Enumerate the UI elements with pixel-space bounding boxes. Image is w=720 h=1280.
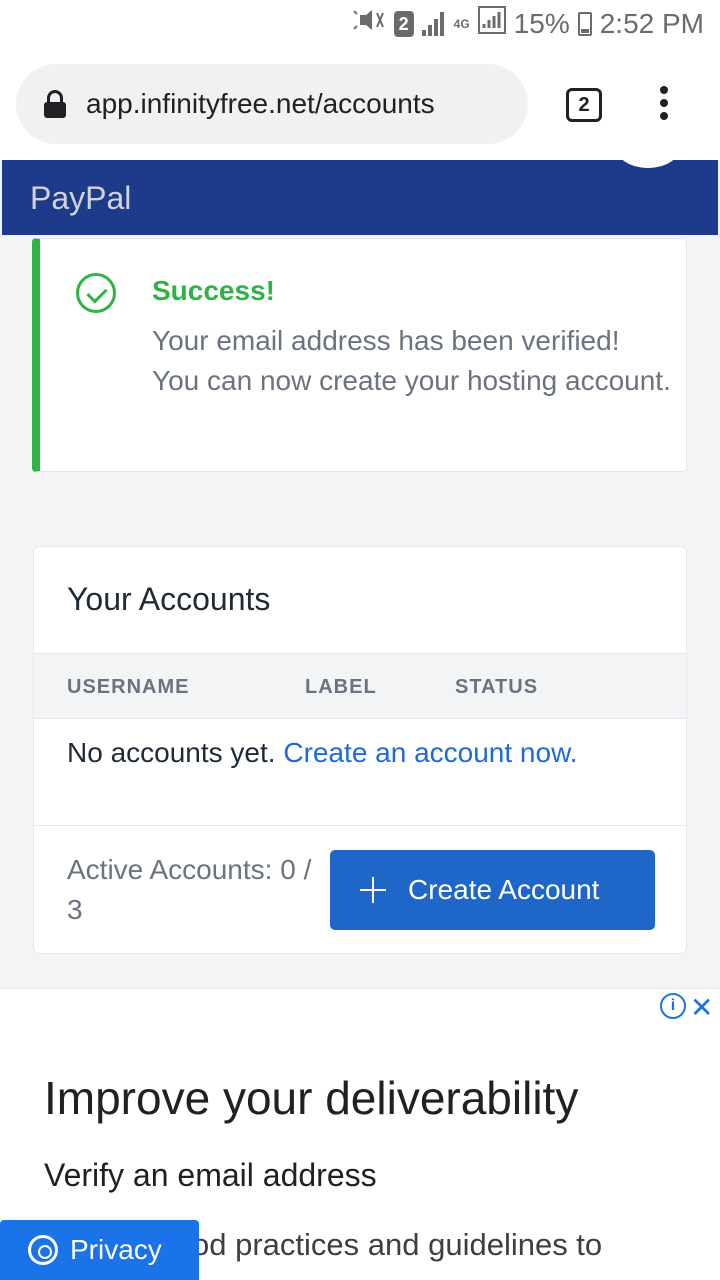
ad-headline[interactable]: Improve your deliverability (44, 1071, 578, 1125)
account-name: PayPal (30, 180, 132, 216)
success-alert: Success! Your email address has been ver… (32, 238, 687, 472)
info-icon[interactable]: i (660, 993, 686, 1019)
browser-toolbar: app.infinityfree.net/accounts 2 (0, 50, 720, 160)
tab-switcher-button[interactable]: 2 (566, 88, 602, 122)
lock-icon[interactable] (44, 90, 66, 118)
column-status: STATUS (455, 676, 539, 698)
signal-box-icon (477, 6, 506, 41)
alert-message: Your email address has been verified! Yo… (152, 325, 671, 396)
sim-slot-badge: 2 (393, 10, 414, 37)
network-type: 4G (453, 16, 470, 31)
signal-icon (421, 11, 446, 36)
card-footer: Active Accounts: 0 / 3 Create Account (34, 825, 686, 953)
create-account-label: Create Account (408, 874, 600, 905)
column-label: LABEL (305, 676, 377, 698)
battery-percent: 15% (513, 7, 570, 39)
empty-state-row: No accounts yet. Create an account now. (67, 737, 578, 769)
plus-icon (360, 877, 386, 903)
create-account-button[interactable]: Create Account (330, 850, 655, 930)
create-account-link[interactable]: Create an account now. (283, 737, 577, 768)
close-icon[interactable]: ✕ (690, 991, 713, 1024)
column-username: USERNAME (67, 676, 190, 698)
gear-icon (28, 1235, 58, 1265)
empty-state-text: No accounts yet. (67, 737, 276, 768)
battery-icon (577, 11, 592, 36)
site-header: PayPal (2, 120, 718, 235)
status-bar: 2 4G 15% 2:52 PM (0, 0, 720, 50)
alert-title: Success! (152, 275, 275, 306)
mute-icon (350, 7, 386, 40)
check-circle-icon (76, 273, 116, 313)
url-text[interactable]: app.infinityfree.net/accounts (86, 88, 435, 120)
privacy-button[interactable]: Privacy (0, 1220, 199, 1280)
privacy-label: Privacy (70, 1234, 162, 1265)
clock: 2:52 PM (599, 7, 704, 39)
active-accounts-count: Active Accounts: 0 / 3 (67, 854, 312, 925)
status-icons: 2 4G 15% 2:52 PM (350, 6, 704, 41)
accounts-card: Your Accounts USERNAME LABEL STATUS No a… (33, 546, 687, 954)
ad-subheadline[interactable]: Verify an email address (44, 1157, 377, 1194)
avatar[interactable] (614, 120, 682, 168)
table-header: USERNAME LABEL STATUS (34, 653, 686, 719)
card-title: Your Accounts (67, 581, 271, 617)
address-bar[interactable]: app.infinityfree.net/accounts (16, 64, 528, 144)
